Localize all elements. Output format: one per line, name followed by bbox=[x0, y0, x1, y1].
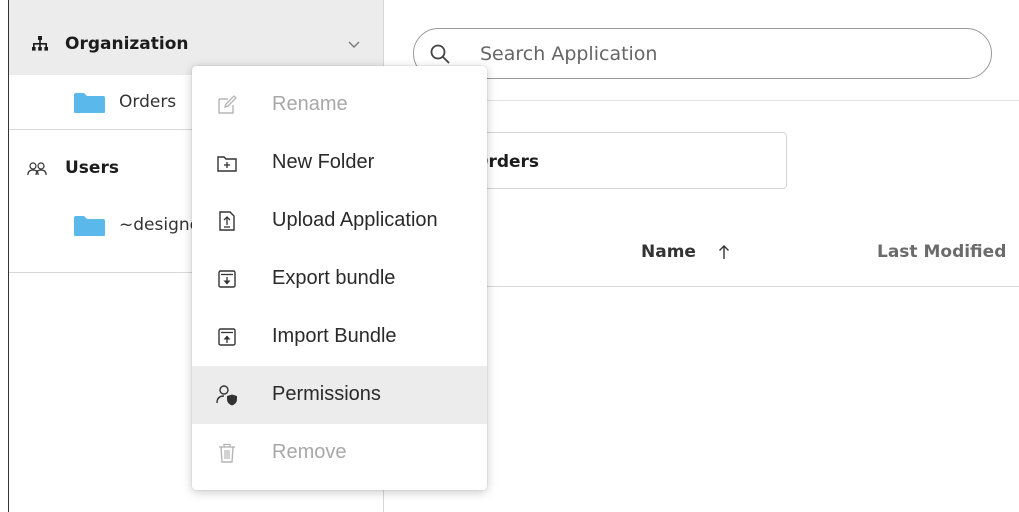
import-icon bbox=[218, 328, 236, 346]
trash-icon bbox=[219, 443, 235, 463]
menu-item-label: Permissions bbox=[272, 383, 381, 405]
organization-header[interactable]: Organization bbox=[9, 0, 383, 75]
menu-item-new-folder[interactable]: New Folder bbox=[192, 134, 487, 192]
menu-item-label: Remove bbox=[272, 441, 347, 463]
folder-icon bbox=[74, 216, 105, 236]
menu-item-label: Upload Application bbox=[272, 209, 438, 231]
new-folder-icon bbox=[217, 156, 237, 172]
menu-item-rename[interactable]: Rename bbox=[192, 76, 487, 134]
rename-icon bbox=[218, 95, 237, 114]
menu-item-export-bundle[interactable]: Export bundle bbox=[192, 250, 487, 308]
folder-icon bbox=[74, 93, 105, 113]
menu-item-label: Export bundle bbox=[272, 267, 396, 289]
permissions-icon bbox=[216, 385, 237, 406]
search-icon bbox=[430, 44, 450, 64]
menu-item-label: Import Bundle bbox=[272, 325, 397, 347]
context-menu: Rename New Folder Upload Application Exp… bbox=[192, 66, 487, 490]
column-header-name[interactable]: Name bbox=[641, 242, 696, 262]
chevron-down-icon[interactable] bbox=[347, 37, 361, 51]
folder-label: Orders bbox=[119, 92, 177, 112]
organization-label: Organization bbox=[65, 34, 189, 54]
users-label: Users bbox=[65, 158, 119, 178]
menu-item-remove[interactable]: Remove bbox=[192, 424, 487, 482]
sort-ascending-icon[interactable] bbox=[718, 244, 730, 260]
search-bar[interactable] bbox=[413, 28, 992, 79]
export-icon bbox=[218, 270, 236, 288]
org-chart-icon bbox=[32, 36, 48, 51]
search-input[interactable] bbox=[480, 29, 960, 78]
menu-item-import-bundle[interactable]: Import Bundle bbox=[192, 308, 487, 366]
menu-item-permissions[interactable]: Permissions bbox=[192, 366, 487, 424]
menu-item-label: New Folder bbox=[272, 151, 375, 173]
menu-item-label: Rename bbox=[272, 93, 348, 115]
menu-item-upload-application[interactable]: Upload Application bbox=[192, 192, 487, 250]
column-header-last-modified[interactable]: Last Modified bbox=[877, 242, 1006, 262]
users-icon bbox=[27, 162, 47, 176]
upload-icon bbox=[219, 211, 235, 231]
